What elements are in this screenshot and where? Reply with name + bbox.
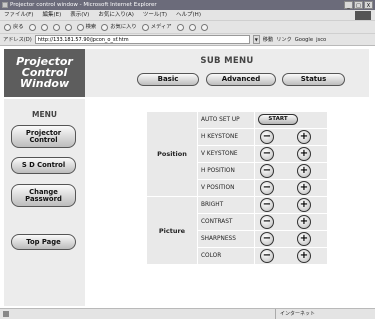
forward-button[interactable] bbox=[28, 23, 36, 31]
control-table: Position AUTO SET UP START H KEYSTONE − … bbox=[85, 99, 369, 306]
h-keystone-plus-button[interactable]: + bbox=[297, 130, 311, 144]
position-group-label: Position bbox=[147, 112, 197, 196]
v-keystone-controls: − + bbox=[255, 146, 327, 162]
h-position-plus-button[interactable]: + bbox=[297, 164, 311, 178]
status-bar: インターネット bbox=[0, 308, 375, 319]
v-position-label: V POSITION bbox=[198, 180, 254, 196]
color-minus-button[interactable]: − bbox=[260, 249, 274, 263]
refresh-button[interactable] bbox=[52, 23, 60, 31]
refresh-icon bbox=[52, 23, 60, 31]
close-button[interactable]: X bbox=[364, 1, 373, 9]
go-button[interactable]: 移動 bbox=[263, 34, 273, 46]
history-icon bbox=[176, 23, 184, 31]
v-keystone-label: V KEYSTONE bbox=[198, 146, 254, 162]
h-keystone-label: H KEYSTONE bbox=[198, 129, 254, 145]
mail-button[interactable] bbox=[188, 23, 196, 31]
minimize-button[interactable]: _ bbox=[344, 1, 353, 9]
h-position-label: H POSITION bbox=[198, 163, 254, 179]
bright-plus-button[interactable]: + bbox=[297, 198, 311, 212]
auto-setup-controls: START bbox=[255, 112, 327, 128]
search-button[interactable]: 検索 bbox=[76, 21, 96, 34]
color-label: COLOR bbox=[198, 248, 254, 264]
projector-control-window-logo: Projector Control Window bbox=[4, 49, 85, 97]
forward-arrow-icon bbox=[28, 23, 36, 31]
color-controls: − + bbox=[255, 248, 327, 264]
home-button[interactable] bbox=[64, 23, 72, 31]
window-titlebar: Projector control window - Microsoft Int… bbox=[0, 0, 375, 10]
favorites-button[interactable]: お気に入り bbox=[101, 21, 137, 34]
bright-minus-button[interactable]: − bbox=[260, 198, 274, 212]
links-button[interactable]: リンク bbox=[276, 34, 292, 46]
h-position-controls: − + bbox=[255, 163, 327, 179]
menu-view[interactable]: 表示(V) bbox=[70, 10, 89, 20]
sharpness-minus-button[interactable]: − bbox=[260, 232, 274, 246]
menu-edit[interactable]: 編集(E) bbox=[42, 10, 61, 20]
bright-label: BRIGHT bbox=[198, 197, 254, 213]
menu-title: MENU bbox=[32, 110, 57, 119]
basic-button[interactable]: Basic bbox=[137, 73, 199, 86]
auto-setup-label: AUTO SET UP bbox=[198, 112, 254, 128]
url-input[interactable] bbox=[34, 35, 250, 44]
left-menu: MENU Projector Control S D Control Chang… bbox=[4, 99, 85, 306]
contrast-plus-button[interactable]: + bbox=[297, 215, 311, 229]
v-position-controls: − + bbox=[255, 180, 327, 196]
address-bar: アドレス(D) ▼ 移動 リンク Google jsco bbox=[0, 34, 375, 46]
sharpness-plus-button[interactable]: + bbox=[297, 232, 311, 246]
history-button[interactable] bbox=[176, 23, 184, 31]
jsco-link[interactable]: jsco bbox=[316, 34, 326, 46]
media-button[interactable]: メディア bbox=[141, 21, 172, 34]
h-position-minus-button[interactable]: − bbox=[260, 164, 274, 178]
color-plus-button[interactable]: + bbox=[297, 249, 311, 263]
media-icon bbox=[141, 23, 149, 31]
contrast-minus-button[interactable]: − bbox=[260, 215, 274, 229]
window-title: Projector control window - Microsoft Int… bbox=[10, 2, 157, 8]
change-password-button[interactable]: Change Password bbox=[11, 184, 76, 207]
back-arrow-icon bbox=[4, 23, 11, 31]
contrast-controls: − + bbox=[255, 214, 327, 230]
submenu-title: SUB MENU bbox=[200, 56, 254, 66]
address-label: アドレス(D) bbox=[3, 36, 32, 43]
internet-zone-label: インターネット bbox=[275, 309, 315, 319]
menu-favorites[interactable]: お気に入り(A) bbox=[98, 10, 134, 20]
ie-page-icon bbox=[2, 2, 8, 8]
url-dropdown-button[interactable]: ▼ bbox=[252, 35, 260, 44]
picture-group-label: Picture bbox=[147, 197, 197, 264]
mail-icon bbox=[188, 23, 196, 31]
back-button[interactable]: 戻る bbox=[4, 21, 24, 34]
contrast-label: CONTRAST bbox=[198, 214, 254, 230]
v-keystone-minus-button[interactable]: − bbox=[260, 147, 274, 161]
top-page-button[interactable]: Top Page bbox=[11, 234, 76, 250]
stop-button[interactable] bbox=[40, 23, 48, 31]
h-keystone-controls: − + bbox=[255, 129, 327, 145]
print-button[interactable] bbox=[200, 23, 208, 31]
bright-controls: − + bbox=[255, 197, 327, 213]
menu-file[interactable]: ファイル(F) bbox=[4, 10, 33, 20]
sharpness-controls: − + bbox=[255, 231, 327, 247]
v-position-plus-button[interactable]: + bbox=[297, 181, 311, 195]
submenu-bar: SUB MENU Basic Advanced Status bbox=[85, 49, 369, 97]
page-content: Projector Control Window SUB MENU Basic … bbox=[0, 47, 375, 308]
sharpness-label: SHARPNESS bbox=[198, 231, 254, 247]
status-button[interactable]: Status bbox=[282, 73, 345, 86]
menu-tools[interactable]: ツール(T) bbox=[143, 10, 167, 20]
projector-control-button[interactable]: Projector Control bbox=[11, 125, 76, 148]
page-status-icon bbox=[3, 311, 9, 317]
menu-bar: ファイル(F) 編集(E) 表示(V) お気に入り(A) ツール(T) ヘルプ(… bbox=[0, 10, 375, 21]
star-icon bbox=[101, 23, 109, 31]
search-icon bbox=[76, 23, 84, 31]
sd-control-button[interactable]: S D Control bbox=[11, 157, 76, 174]
maximize-button[interactable]: □ bbox=[354, 1, 363, 9]
auto-setup-start-button[interactable]: START bbox=[258, 114, 298, 125]
v-keystone-plus-button[interactable]: + bbox=[297, 147, 311, 161]
stop-icon bbox=[40, 23, 48, 31]
h-keystone-minus-button[interactable]: − bbox=[260, 130, 274, 144]
browser-toolbar: 戻る 検索 お気に入り メディア bbox=[0, 21, 375, 34]
advanced-button[interactable]: Advanced bbox=[206, 73, 276, 86]
menu-help[interactable]: ヘルプ(H) bbox=[176, 10, 201, 20]
v-position-minus-button[interactable]: − bbox=[260, 181, 274, 195]
printer-icon bbox=[200, 23, 208, 31]
google-link[interactable]: Google bbox=[295, 34, 313, 46]
windows-logo-icon bbox=[355, 11, 371, 20]
home-icon bbox=[64, 23, 72, 31]
